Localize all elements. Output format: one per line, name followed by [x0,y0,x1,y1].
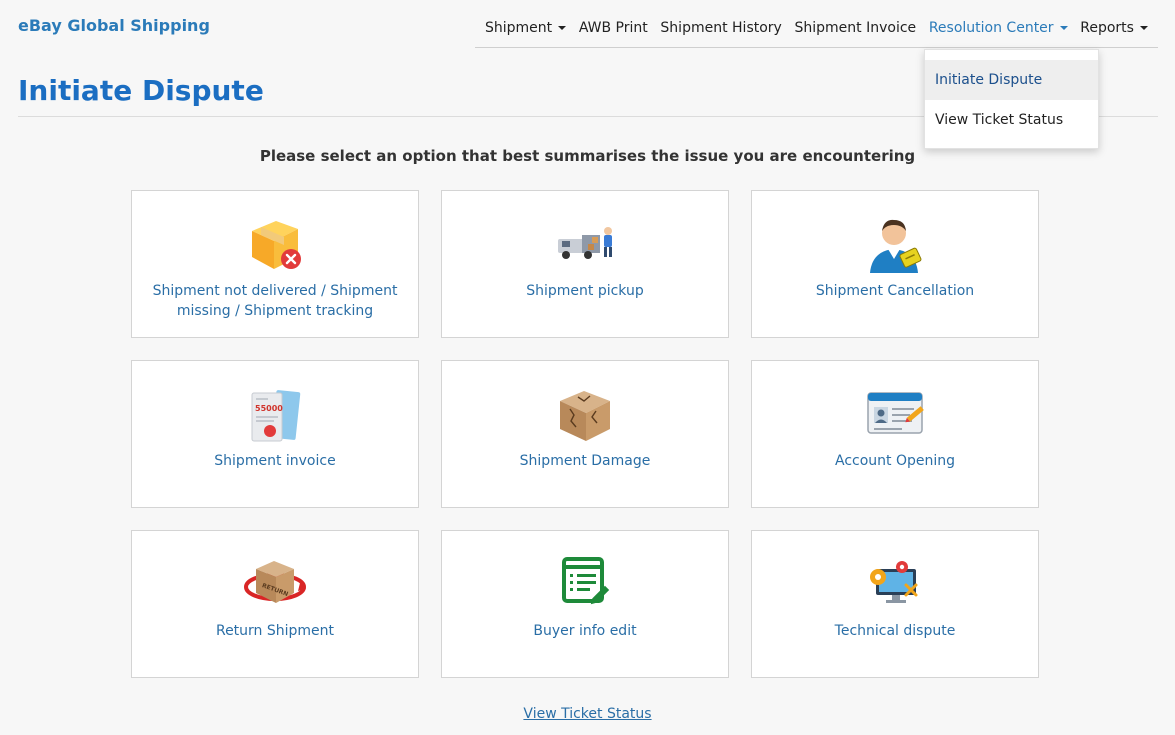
damaged-box-icon [552,383,618,445]
nav-shipment-invoice[interactable]: Shipment Invoice [795,18,917,38]
monitor-gear-icon [862,553,928,615]
id-card-icon [862,383,928,445]
caret-down-icon [558,26,567,30]
delivery-truck-icon [552,213,618,275]
nav-reports[interactable]: Reports [1080,18,1148,38]
option-label: Shipment invoice [214,453,336,469]
option-card-shipment-not-delivered[interactable]: Shipment not delivered / Shipment missin… [131,190,419,338]
option-label: Technical dispute [834,623,956,639]
nav-shipment-history[interactable]: Shipment History [660,18,781,38]
option-card-account-opening[interactable]: Account Opening [751,360,1039,508]
invoice-icon: 55000 [242,383,308,445]
option-card-buyer-info-edit[interactable]: Buyer info edit [441,530,729,678]
svg-text:55000: 55000 [255,404,283,413]
nav-awb-print-label: AWB Print [578,19,648,36]
option-label: Shipment not delivered / Shipment missin… [152,283,398,319]
view-ticket-status-link[interactable]: View Ticket Status [523,706,651,722]
nav-shipment-history-label: Shipment History [660,19,782,36]
option-label: Shipment Cancellation [815,283,975,299]
dropdown-item-view-ticket-status[interactable]: View Ticket Status [925,100,1098,140]
option-card-technical-dispute[interactable]: Technical dispute [751,530,1039,678]
caret-down-icon [1059,26,1068,30]
view-ticket-status-link-row: View Ticket Status [0,704,1175,724]
option-label: Shipment pickup [526,283,644,299]
resolution-center-dropdown: Initiate Dispute View Ticket Status [924,49,1099,149]
option-card-return-shipment[interactable]: RETURN Return Shipment [131,530,419,678]
nav-awb-print[interactable]: AWB Print [579,18,648,38]
option-card-shipment-invoice[interactable]: 55000 Shipment invoice [131,360,419,508]
nav-shipment-invoice-label: Shipment Invoice [794,19,917,36]
top-navbar: Shipment AWB Print Shipment History Ship… [475,8,1158,48]
option-card-shipment-damage[interactable]: Shipment Damage [441,360,729,508]
caret-down-icon [1139,26,1148,30]
option-label: Buyer info edit [533,623,637,639]
option-label: Shipment Damage [519,453,651,469]
option-label: Return Shipment [215,623,335,639]
dropdown-item-initiate-dispute[interactable]: Initiate Dispute [925,60,1098,100]
nav-shipment[interactable]: Shipment [485,18,567,38]
person-ticket-icon [862,213,928,275]
box-error-icon [242,213,308,275]
return-box-icon: RETURN [242,553,308,615]
nav-resolution-center[interactable]: Resolution Center [929,18,1068,38]
nav-shipment-label: Shipment [485,19,553,36]
page-title: Initiate Dispute [18,74,264,107]
nav-reports-label: Reports [1080,19,1134,36]
nav-resolution-center-label: Resolution Center [928,19,1054,36]
option-card-shipment-pickup[interactable]: Shipment pickup [441,190,729,338]
brand-logo-text[interactable]: eBay Global Shipping [18,15,210,37]
option-label: Account Opening [834,453,956,469]
option-card-shipment-cancellation[interactable]: Shipment Cancellation [751,190,1039,338]
edit-document-icon [552,553,618,615]
